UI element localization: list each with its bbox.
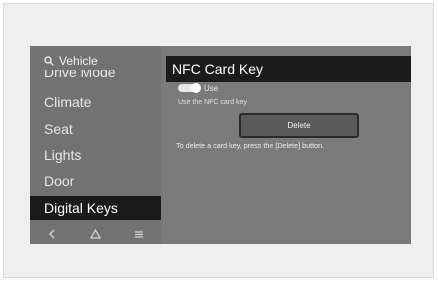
delete-button[interactable]: Delete: [239, 113, 359, 138]
sidebar-item-label: Climate: [44, 94, 92, 110]
search-bar[interactable]: Vehicle: [44, 53, 98, 69]
use-toggle-switch[interactable]: [178, 83, 201, 93]
bottom-nav-bar: [30, 224, 161, 244]
home-icon[interactable]: [85, 226, 105, 242]
sidebar-item-label: Digital Keys: [44, 200, 118, 216]
sidebar-item-label: Lights: [44, 147, 82, 163]
sidebar-item-digital-keys[interactable]: Digital Keys: [30, 196, 161, 220]
use-toggle-description: Use the NFC card key: [178, 99, 247, 106]
figure-frame: Vehicle Drive Mode Climate Seat Lights D…: [3, 3, 434, 278]
page-title: NFC Card Key: [166, 56, 411, 82]
vehicle-screen: Vehicle Drive Mode Climate Seat Lights D…: [30, 46, 411, 244]
sidebar-item-climate[interactable]: Climate: [30, 90, 161, 114]
sidebar-item-label: Drive Mode: [44, 70, 116, 80]
menu-icon[interactable]: [129, 226, 149, 242]
chevron-left-icon[interactable]: [42, 226, 62, 242]
sidebar-item-label: Seat: [44, 121, 73, 137]
sidebar-item-label: Door: [44, 173, 75, 189]
search-icon: [44, 56, 54, 66]
search-label: Vehicle: [59, 54, 98, 68]
sidebar-item-lights[interactable]: Lights: [30, 143, 161, 167]
delete-description: To delete a card key, press the [Delete]…: [176, 141, 325, 150]
use-toggle-label: Use: [204, 83, 219, 93]
sidebar-item-drive-mode[interactable]: Drive Mode: [30, 70, 161, 82]
sidebar-item-door[interactable]: Door: [30, 169, 161, 193]
sidebar-item-seat[interactable]: Seat: [30, 117, 161, 141]
use-toggle-row: Use: [178, 82, 218, 94]
sidebar: Vehicle Drive Mode Climate Seat Lights D…: [30, 46, 161, 244]
